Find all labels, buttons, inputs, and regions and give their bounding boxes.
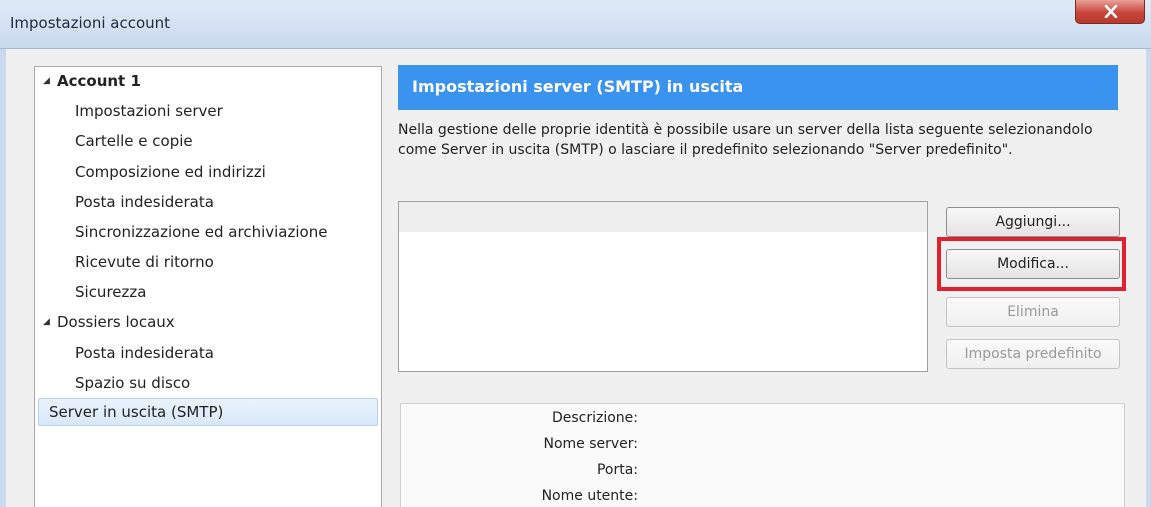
- tree-item-label: Impostazioni server: [75, 102, 223, 120]
- username-label: Nome utente:: [541, 488, 638, 504]
- close-icon: [1104, 5, 1118, 18]
- tree-item-label: Server in uscita (SMTP): [49, 403, 224, 421]
- server-name-label: Nome server:: [543, 436, 638, 452]
- tree-item[interactable]: ◢ Account 1: [43, 67, 141, 95]
- window-frame-left: [0, 49, 6, 507]
- add-button[interactable]: Aggiungi...: [946, 207, 1120, 237]
- set-default-button[interactable]: Imposta predefinito: [946, 339, 1120, 369]
- title-bar: Impostazioni account: [0, 0, 1151, 49]
- tree-item[interactable]: Sicurezza: [75, 278, 146, 306]
- edit-button-highlight: [937, 237, 1126, 291]
- tree-item-label: Cartelle e copie: [75, 132, 193, 150]
- expand-arrow-icon[interactable]: ◢: [43, 308, 53, 336]
- tree-item-label: Dossiers locaux: [57, 313, 175, 331]
- tree-item[interactable]: Cartelle e copie: [75, 127, 193, 155]
- account-tree[interactable]: ◢ Account 1 Impostazioni server Cartelle e …: [34, 66, 382, 507]
- tree-item-label: Ricevute di ritorno: [75, 253, 214, 271]
- panel-header: Impostazioni server (SMTP) in uscita: [398, 65, 1118, 110]
- tree-item[interactable]: Composizione ed indirizzi: [75, 158, 266, 186]
- tree-item-label: Sicurezza: [75, 283, 147, 301]
- description-label: Descrizione:: [551, 410, 638, 426]
- panel-description: Nella gestione delle proprie identità è …: [398, 122, 1093, 158]
- tree-item[interactable]: Spazio su disco: [75, 369, 190, 397]
- smtp-server-list[interactable]: [398, 201, 928, 372]
- port-label: Porta:: [596, 462, 638, 478]
- tree-item-label: Posta indesiderata: [75, 193, 214, 211]
- smtp-server-list-header: [399, 202, 927, 232]
- tree-item[interactable]: Server in uscita (SMTP): [38, 398, 378, 426]
- tree-item[interactable]: Posta indesiderata: [75, 188, 214, 216]
- tree-item-label: Account 1: [57, 72, 141, 90]
- tree-item-label: Sincronizzazione ed archiviazione: [75, 223, 328, 241]
- tree-item-label: Posta indesiderata: [75, 344, 214, 362]
- panel-header-title: Impostazioni server (SMTP) in uscita: [412, 77, 744, 96]
- window-frame-right: [1146, 49, 1151, 507]
- tree-item[interactable]: Ricevute di ritorno: [75, 248, 214, 276]
- tree-item-label: Composizione ed indirizzi: [75, 163, 266, 181]
- tree-item-label: Spazio su disco: [75, 374, 191, 392]
- tree-item[interactable]: Impostazioni server: [75, 97, 223, 125]
- expand-arrow-icon[interactable]: ◢: [43, 67, 53, 95]
- tree-item[interactable]: ◢ Dossiers locaux: [43, 308, 175, 336]
- tree-item[interactable]: Sincronizzazione ed archiviazione: [75, 218, 327, 246]
- delete-button[interactable]: Elimina: [946, 297, 1120, 327]
- window-title: Impostazioni account: [10, 14, 171, 32]
- tree-item[interactable]: Posta indesiderata: [75, 339, 214, 367]
- close-button[interactable]: [1075, 0, 1145, 24]
